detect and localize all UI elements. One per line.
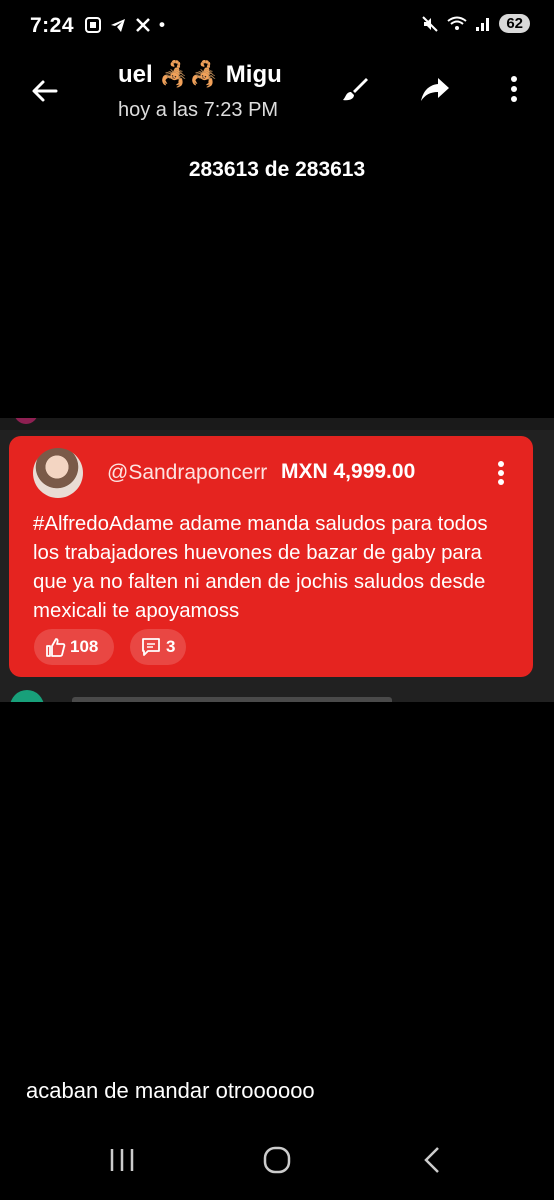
share-button[interactable]	[414, 68, 456, 110]
comment-count: 3	[130, 629, 186, 665]
brush-icon	[343, 78, 368, 101]
message-timestamp: hoy a las 7:23 PM	[118, 99, 279, 121]
status-time: 7:24	[30, 14, 75, 37]
home-button[interactable]	[253, 1138, 301, 1182]
like-count: 108	[34, 629, 114, 665]
thumbs-up-icon	[46, 638, 66, 657]
like-count-label: 108	[70, 637, 99, 656]
more-options-button[interactable]	[493, 68, 535, 110]
recents-icon	[110, 1149, 134, 1171]
donation-amount: MXN 4,999.00	[281, 460, 416, 483]
signal-icon	[476, 17, 490, 31]
avatar	[33, 448, 83, 498]
screenshot-icon	[85, 17, 101, 33]
mute-icon	[422, 15, 439, 32]
image-counter: 283613 de 283613	[188, 158, 366, 181]
battery-level: 62	[499, 14, 530, 33]
image-caption: acaban de mandar otroooooo	[26, 1078, 315, 1103]
donation-message: #AlfredoAdame adame manda saludos para t…	[33, 513, 488, 622]
dot-icon: •	[159, 15, 165, 34]
nav-back-button[interactable]	[408, 1138, 456, 1182]
next-comment-fragment	[0, 686, 554, 702]
wifi-icon	[447, 16, 467, 30]
shared-image[interactable]: @Sandraponcerr MXN 4,999.00 #AlfredoAdam…	[0, 418, 554, 702]
home-icon	[263, 1146, 291, 1174]
card-more-button	[489, 458, 513, 488]
recents-button[interactable]	[98, 1138, 146, 1182]
next-avatar-fragment	[10, 690, 44, 702]
chevron-left-icon	[424, 1147, 439, 1173]
more-vert-icon	[511, 76, 517, 102]
share-icon	[421, 78, 449, 101]
comment-icon	[142, 638, 160, 656]
telegram-icon	[111, 19, 125, 32]
system-icons: 62	[421, 14, 530, 33]
more-vert-icon	[498, 461, 504, 485]
conversation-title: uel 🦂🦂 Migu	[118, 61, 282, 88]
x-app-icon	[136, 18, 150, 32]
arrow-left-icon	[32, 80, 58, 102]
donation-card: @Sandraponcerr MXN 4,999.00 #AlfredoAdam…	[9, 436, 533, 677]
comment-count-label: 3	[166, 637, 176, 656]
back-button[interactable]	[22, 70, 68, 112]
image-top-strip	[0, 418, 554, 430]
edit-button[interactable]	[334, 68, 376, 110]
notification-icons: •	[84, 15, 165, 35]
donor-username: @Sandraponcerr	[107, 461, 268, 484]
next-text-fragment	[72, 697, 392, 702]
